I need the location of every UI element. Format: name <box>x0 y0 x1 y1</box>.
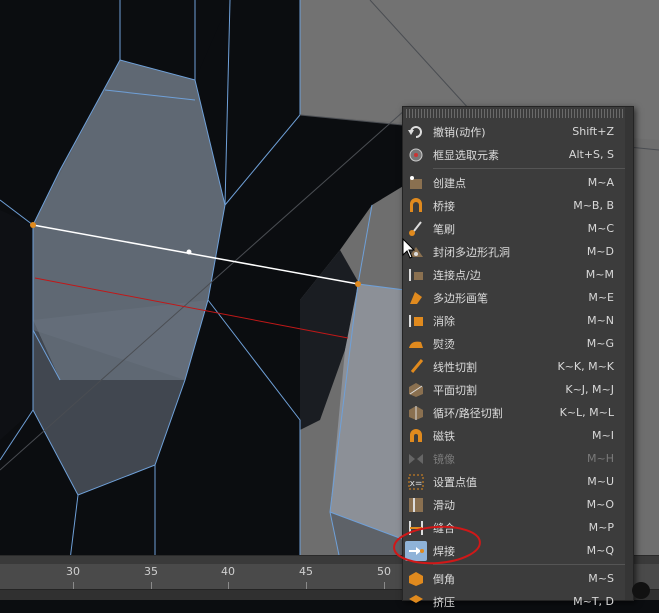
menu-scrollbar[interactable] <box>625 107 633 600</box>
point-right[interactable] <box>355 281 361 287</box>
timeline-corner-icon[interactable] <box>632 582 650 599</box>
extrude-icon <box>405 592 427 612</box>
menu-item-mirror: 镜像 M~H <box>403 447 633 470</box>
iron-icon <box>405 334 427 354</box>
bevel-icon <box>405 569 427 589</box>
menu-item-plane-cut[interactable]: 平面切割 K~J, M~J <box>403 378 633 401</box>
menu-item-connect-points-edges[interactable]: 连接点/边 M~M <box>403 263 633 286</box>
menu-item-dissolve[interactable]: 消除 M~N <box>403 309 633 332</box>
mirror-icon <box>405 449 427 469</box>
timeline-tick-label: 45 <box>299 565 313 578</box>
menu-item-polygon-pen[interactable]: 多边形画笔 M~E <box>403 286 633 309</box>
menu-item-iron[interactable]: 熨烫 M~G <box>403 332 633 355</box>
timeline-tick-label: 35 <box>144 565 158 578</box>
menu-drag-handle[interactable] <box>406 109 630 118</box>
polygon-pen-icon <box>405 288 427 308</box>
brush-icon <box>405 219 427 239</box>
slide-icon <box>405 495 427 515</box>
menu-item-extrude[interactable]: 挤压 M~T, D <box>403 590 633 613</box>
timeline-tick-label: 40 <box>221 565 235 578</box>
create-point-icon <box>405 173 427 193</box>
dissolve-icon <box>405 311 427 331</box>
connect-points-edges-icon <box>405 265 427 285</box>
svg-text:x=: x= <box>410 479 423 489</box>
menu-item-bevel[interactable]: 倒角 M~S <box>403 567 633 590</box>
menu-item-magnet[interactable]: 磁铁 M~I <box>403 424 633 447</box>
frame-selection-icon <box>405 145 427 165</box>
bridge-icon <box>405 196 427 216</box>
menu-item-loop-path-cut[interactable]: 循环/路径切割 K~L, M~L <box>403 401 633 424</box>
undo-icon <box>405 122 427 142</box>
menu-item-create-point[interactable]: 创建点 M~A <box>403 171 633 194</box>
menu-item-bridge[interactable]: 桥接 M~B, B <box>403 194 633 217</box>
menu-item-close-polygon-hole[interactable]: 封闭多边形孔洞 M~D <box>403 240 633 263</box>
loop-path-cut-icon <box>405 403 427 423</box>
point-left[interactable] <box>30 222 36 228</box>
magnet-icon <box>405 426 427 446</box>
menu-item-brush[interactable]: 笔刷 M~C <box>403 217 633 240</box>
annotation-circle <box>393 525 481 565</box>
plane-cut-icon <box>405 380 427 400</box>
menu-item-line-cut[interactable]: 线性切割 K~K, M~K <box>403 355 633 378</box>
line-cut-icon <box>405 357 427 377</box>
timeline-tick-label: 50 <box>377 565 391 578</box>
menu-item-undo[interactable]: 撤销(动作) Shift+Z <box>403 120 633 143</box>
menu-item-frame-selection[interactable]: 框显选取元素 Alt+S, S <box>403 143 633 166</box>
mouse-cursor-icon <box>402 238 416 259</box>
timeline-tick-label: 30 <box>66 565 80 578</box>
menu-item-slide[interactable]: 滑动 M~O <box>403 493 633 516</box>
menu-item-set-point-value[interactable]: x= 设置点值 M~U <box>403 470 633 493</box>
set-point-value-icon: x= <box>405 472 427 492</box>
edge-midpoint[interactable] <box>186 249 192 255</box>
